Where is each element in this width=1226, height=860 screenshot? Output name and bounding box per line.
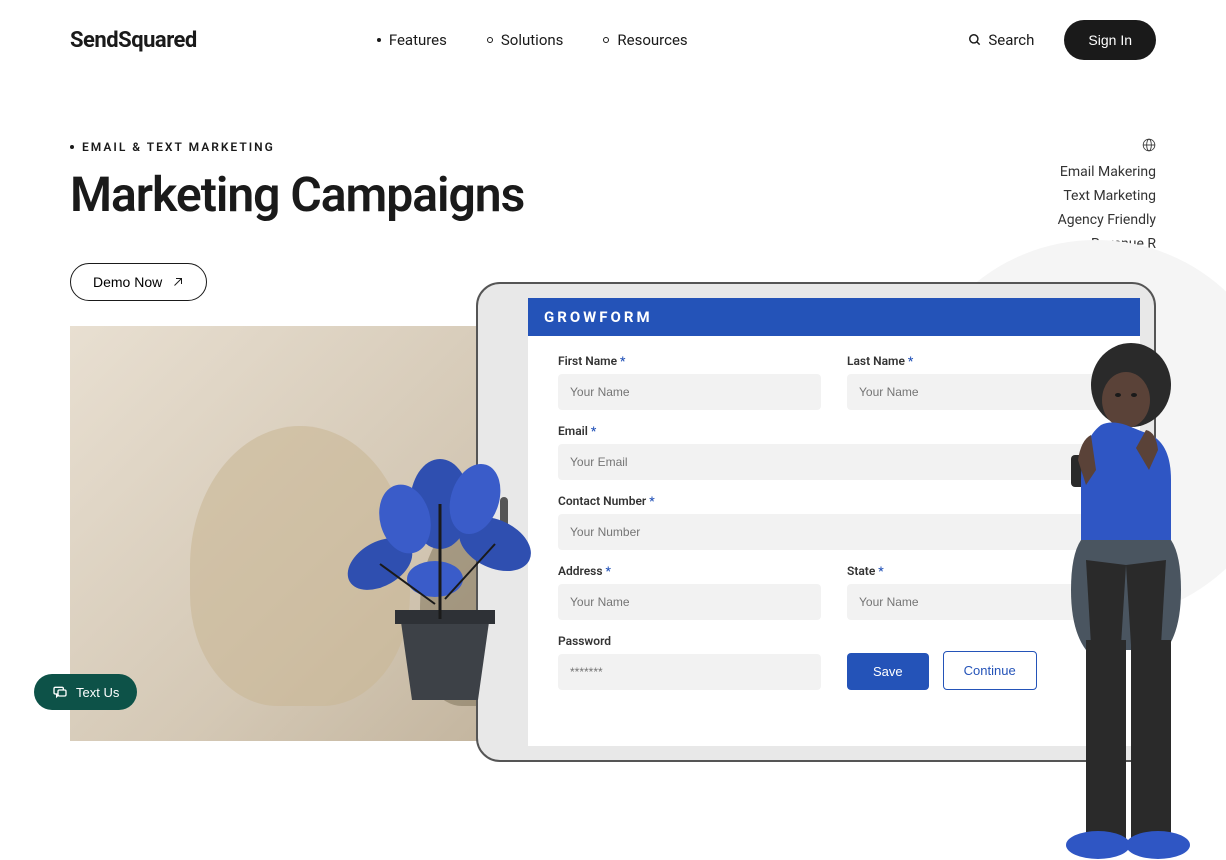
bullet-icon <box>70 145 74 149</box>
eyebrow: EMAIL & TEXT MARKETING <box>70 140 1156 154</box>
demo-label: Demo Now <box>93 274 162 290</box>
nav-resources[interactable]: Resources <box>603 31 687 49</box>
continue-button[interactable]: Continue <box>943 651 1037 690</box>
sidebar-link-agency[interactable]: Agency Friendly <box>1058 212 1156 228</box>
person-illustration <box>1036 340 1216 860</box>
text-us-label: Text Us <box>76 685 119 700</box>
password-input[interactable] <box>558 654 821 690</box>
nav-label: Resources <box>617 31 687 49</box>
email-input[interactable] <box>558 444 1110 480</box>
sidebar-link-email[interactable]: Email Makering <box>1058 164 1156 180</box>
nav-features[interactable]: Features <box>377 31 447 49</box>
arrow-icon <box>172 276 184 288</box>
password-label: Password <box>558 634 821 648</box>
page-title: Marketing Campaigns <box>70 166 1156 223</box>
search-icon <box>968 33 982 47</box>
form-title: GROWFORM <box>528 298 1140 336</box>
header-right: Search Sign In <box>968 20 1156 60</box>
circle-icon <box>603 37 609 43</box>
nav-label: Features <box>389 31 447 49</box>
site-header: SendSquared Features Solutions Resources… <box>0 0 1226 80</box>
contact-label: Contact Number * <box>558 494 1110 508</box>
text-us-button[interactable]: Text Us <box>34 674 137 710</box>
nav-solutions[interactable]: Solutions <box>487 31 564 49</box>
first-name-label: First Name * <box>558 354 821 368</box>
chat-icon <box>52 684 68 700</box>
globe-icon[interactable] <box>1058 138 1156 156</box>
bullet-icon <box>377 38 381 42</box>
search-button[interactable]: Search <box>968 31 1034 49</box>
email-label: Email * <box>558 424 1110 438</box>
sidebar-link-text[interactable]: Text Marketing <box>1058 188 1156 204</box>
search-label: Search <box>988 31 1034 49</box>
sidebar-links: Email Makering Text Marketing Agency Fri… <box>1058 130 1156 252</box>
demo-button[interactable]: Demo Now <box>70 263 207 301</box>
logo[interactable]: SendSquared <box>70 28 197 53</box>
nav-label: Solutions <box>501 31 564 49</box>
circle-icon <box>487 37 493 43</box>
plant-illustration <box>390 600 500 714</box>
address-label: Address * <box>558 564 821 578</box>
main-nav: Features Solutions Resources <box>377 31 688 49</box>
eyebrow-text: EMAIL & TEXT MARKETING <box>82 140 275 154</box>
contact-input[interactable] <box>558 514 1110 550</box>
address-input[interactable] <box>558 584 821 620</box>
save-button[interactable]: Save <box>847 653 929 690</box>
first-name-input[interactable] <box>558 374 821 410</box>
signin-button[interactable]: Sign In <box>1064 20 1156 60</box>
